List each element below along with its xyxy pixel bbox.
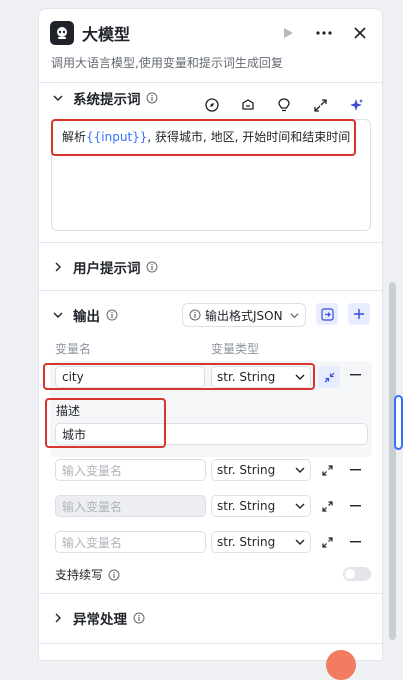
minus-icon bbox=[349, 505, 361, 507]
scrollbar-thumb[interactable] bbox=[389, 282, 396, 640]
chevron-down-icon bbox=[295, 374, 305, 380]
remove-row-button[interactable] bbox=[346, 366, 364, 384]
var-name-input[interactable]: 输入变量名 bbox=[55, 459, 206, 481]
collapse-icon bbox=[324, 372, 334, 382]
col-header-name: 变量名 bbox=[55, 342, 92, 356]
output-format-select[interactable]: 输出格式JSON bbox=[182, 303, 306, 327]
scrollbar-indicator[interactable] bbox=[394, 395, 403, 450]
node-description: 调用大语言模型,使用变量和提示词生成回复 bbox=[51, 56, 283, 70]
system-prompt-editor[interactable]: 解析{{input}}, 获得城市, 地区, 开始时间和结束时间 bbox=[51, 119, 371, 231]
close-icon[interactable] bbox=[350, 23, 370, 43]
chevron-down-icon[interactable] bbox=[51, 308, 65, 322]
exception-header[interactable]: 异常处理 bbox=[51, 607, 370, 629]
description-label: 描述 bbox=[56, 404, 81, 418]
collapse-row-button[interactable] bbox=[318, 366, 340, 388]
remove-row-button[interactable] bbox=[346, 497, 364, 515]
import-button[interactable] bbox=[316, 303, 338, 325]
divider bbox=[39, 82, 382, 83]
prompt-variable: {{input}} bbox=[86, 130, 148, 144]
var-type-value: str. String bbox=[217, 370, 276, 384]
minus-icon bbox=[349, 469, 361, 471]
system-prompt-title: 系统提示词 bbox=[73, 92, 141, 108]
var-type-select[interactable]: str. String bbox=[211, 366, 311, 388]
remove-row-button[interactable] bbox=[346, 533, 364, 551]
user-prompt-header[interactable]: 用户提示词 bbox=[51, 256, 370, 278]
divider bbox=[39, 593, 382, 594]
var-type-select[interactable]: str. String bbox=[211, 495, 311, 517]
run-icon[interactable] bbox=[278, 23, 298, 43]
expand-icon[interactable] bbox=[311, 96, 329, 114]
chevron-down-icon bbox=[295, 467, 305, 473]
chevron-right-icon[interactable] bbox=[51, 260, 65, 274]
output-title: 输出 bbox=[73, 309, 100, 325]
minus-icon bbox=[349, 541, 361, 543]
var-type-value: str. String bbox=[217, 499, 276, 513]
chevron-down-icon bbox=[295, 539, 305, 545]
expand-icon bbox=[321, 500, 333, 512]
minus-icon bbox=[349, 374, 361, 376]
sparkle-icon[interactable] bbox=[347, 96, 365, 114]
var-type-value: str. String bbox=[217, 535, 276, 549]
var-name-input[interactable]: city bbox=[55, 366, 205, 388]
import-icon bbox=[320, 307, 334, 321]
chevron-right-icon[interactable] bbox=[51, 611, 65, 625]
continue-toggle[interactable] bbox=[343, 567, 371, 581]
expand-icon bbox=[321, 464, 333, 476]
var-type-select[interactable]: str. String bbox=[211, 531, 311, 553]
divider bbox=[39, 290, 382, 291]
prompt-toolbar bbox=[203, 96, 365, 114]
divider bbox=[39, 242, 382, 243]
info-icon bbox=[189, 309, 201, 321]
col-header-type: 变量类型 bbox=[211, 342, 260, 356]
more-icon[interactable] bbox=[314, 23, 334, 43]
continue-setting: 支持续写 bbox=[55, 566, 120, 583]
exception-title: 异常处理 bbox=[73, 612, 127, 628]
library-icon[interactable] bbox=[239, 96, 257, 114]
node-title: 大模型 bbox=[82, 25, 131, 44]
info-icon bbox=[132, 612, 145, 625]
expand-icon bbox=[321, 536, 333, 548]
output-format-label: 输出格式JSON bbox=[205, 308, 283, 323]
var-name-input[interactable]: 输入变量名 bbox=[55, 495, 206, 517]
compass-icon[interactable] bbox=[203, 96, 221, 114]
remove-row-button[interactable] bbox=[346, 461, 364, 479]
llm-node-panel: 大模型 调用大语言模型,使用变量和提示词生成回复 系统提示词 解析{{input… bbox=[38, 8, 383, 661]
description-input[interactable]: 城市 bbox=[55, 423, 368, 445]
info-icon bbox=[146, 261, 159, 274]
expand-row-button[interactable] bbox=[318, 533, 336, 551]
chevron-down-icon bbox=[295, 503, 305, 509]
robot-icon bbox=[50, 21, 74, 45]
info-icon bbox=[105, 309, 118, 322]
panel-header: 大模型 bbox=[50, 21, 370, 45]
expand-row-button[interactable] bbox=[318, 461, 336, 479]
plus-icon bbox=[354, 309, 364, 319]
var-type-value: str. String bbox=[217, 463, 276, 477]
system-prompt-text[interactable]: 解析{{input}}, 获得城市, 地区, 开始时间和结束时间 bbox=[62, 128, 350, 145]
lightbulb-icon[interactable] bbox=[275, 96, 293, 114]
chevron-down-icon bbox=[290, 312, 299, 318]
floating-action-button[interactable] bbox=[326, 650, 356, 680]
info-icon bbox=[146, 92, 159, 105]
continue-label: 支持续写 bbox=[55, 568, 104, 582]
chevron-down-icon[interactable] bbox=[51, 91, 65, 105]
user-prompt-title: 用户提示词 bbox=[73, 261, 141, 277]
var-type-select[interactable]: str. String bbox=[211, 459, 311, 481]
expand-row-button[interactable] bbox=[318, 497, 336, 515]
var-name-input[interactable]: 输入变量名 bbox=[55, 531, 206, 553]
info-icon bbox=[108, 569, 120, 580]
add-output-button[interactable] bbox=[348, 303, 370, 325]
divider bbox=[39, 643, 382, 644]
